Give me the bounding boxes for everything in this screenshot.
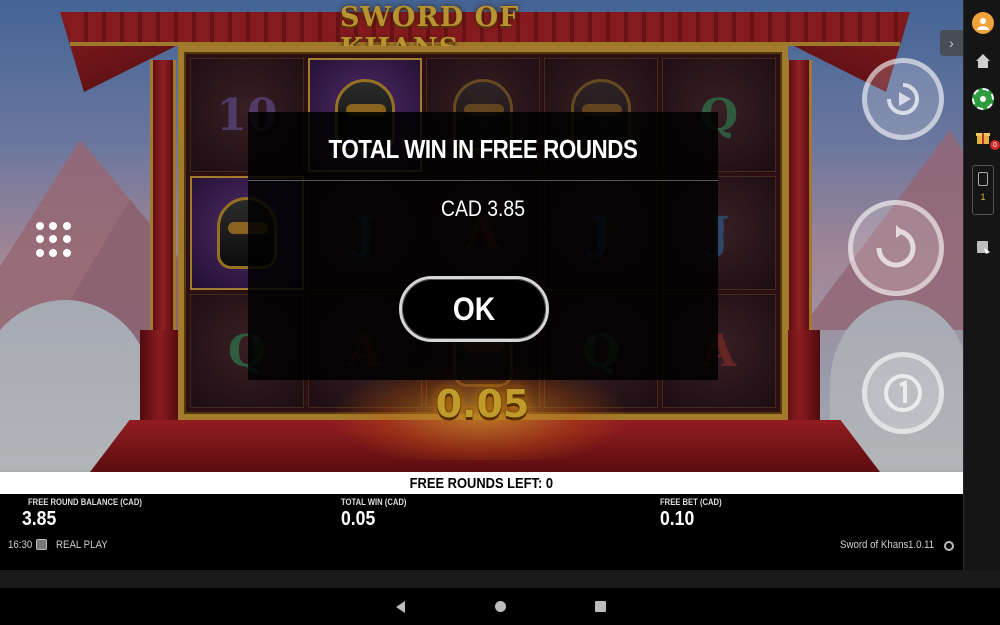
menu-button[interactable] (36, 222, 72, 258)
menu-icon (62, 248, 71, 257)
game-area: SWORD OF KHANS 10QJAJJQAQA 0.05 › (0, 0, 963, 472)
chip-icon (980, 96, 986, 102)
bet-slip-count: 1 (980, 192, 986, 202)
game-version: 1.0.11 (908, 539, 935, 551)
chip-button[interactable] (972, 88, 994, 110)
menu-icon (36, 235, 44, 244)
menu-icon (36, 248, 44, 257)
menu-icon (62, 235, 71, 244)
dialog-divider (248, 180, 718, 181)
balance-stat: FREE ROUND BALANCE (CAD) 3.85 (22, 497, 162, 531)
free-rounds-left: FREE ROUNDS LEFT: 0 (409, 474, 554, 492)
clock: 16:30 (8, 539, 33, 551)
bet-stat: FREE BET (CAD) 0.10 (660, 497, 733, 531)
menu-icon (62, 222, 71, 230)
game-footer: 16:30 REAL PLAY Sword of Khans 1.0.11 (0, 536, 963, 556)
total-win-stat: TOTAL WIN (CAD) 0.05 (341, 497, 418, 531)
bet-label: FREE BET (CAD) (660, 497, 722, 507)
spin-icon (876, 225, 916, 268)
casino-sidebar: 0 1 (963, 0, 1000, 570)
ok-label: OK (452, 290, 496, 327)
play-mode: REAL PLAY (56, 539, 108, 551)
balance-value: 3.85 (22, 508, 57, 530)
home-nav-icon (494, 601, 506, 612)
avatar-icon (977, 18, 989, 30)
ok-button[interactable]: OK (399, 276, 549, 342)
bet-level-icon (884, 374, 922, 412)
dialog-amount: CAD 3.85 (441, 196, 525, 221)
menu-icon (49, 235, 58, 244)
avatar-button[interactable] (972, 12, 994, 34)
settings-icon[interactable] (944, 541, 954, 551)
bottom-strip (0, 570, 1000, 588)
total-win-dialog: TOTAL WIN IN FREE ROUNDS CAD 3.85 OK (248, 112, 718, 380)
total-win-value: 0.05 (341, 508, 376, 530)
game-name: Sword of Khans (840, 539, 909, 551)
home-button[interactable] (972, 50, 994, 72)
free-rounds-bar: FREE ROUNDS LEFT: 0 (0, 472, 963, 494)
history-icon (977, 241, 990, 254)
gift-badge: 0 (990, 140, 1000, 150)
recents-button[interactable] (589, 596, 611, 618)
autoplay-icon (887, 83, 919, 115)
back-button[interactable] (389, 596, 411, 618)
back-icon (395, 600, 405, 613)
total-win-label: TOTAL WIN (CAD) (341, 497, 407, 507)
gift-button[interactable]: 0 (972, 126, 1000, 150)
bet-slip-button[interactable]: 1 (972, 165, 994, 215)
recents-icon (594, 601, 606, 612)
bet-value: 0.10 (660, 508, 695, 530)
collapse-button[interactable]: › (940, 30, 963, 56)
menu-icon (49, 222, 58, 230)
real-play-icon (36, 539, 47, 550)
dialog-title: TOTAL WIN IN FREE ROUNDS (328, 134, 638, 164)
history-button[interactable] (972, 236, 994, 258)
home-nav-button[interactable] (489, 596, 511, 618)
gift-icon (976, 133, 990, 144)
menu-icon (36, 222, 44, 230)
home-icon (976, 54, 990, 68)
bet-slip-icon (978, 172, 988, 186)
autoplay-button[interactable] (862, 58, 944, 140)
system-navbar (0, 588, 1000, 625)
collapse-icon: › (949, 35, 954, 51)
spin-button[interactable] (848, 200, 944, 296)
menu-icon (49, 248, 58, 257)
bet-level-button[interactable] (862, 352, 944, 434)
balance-label: FREE ROUND BALANCE (CAD) (28, 497, 142, 507)
